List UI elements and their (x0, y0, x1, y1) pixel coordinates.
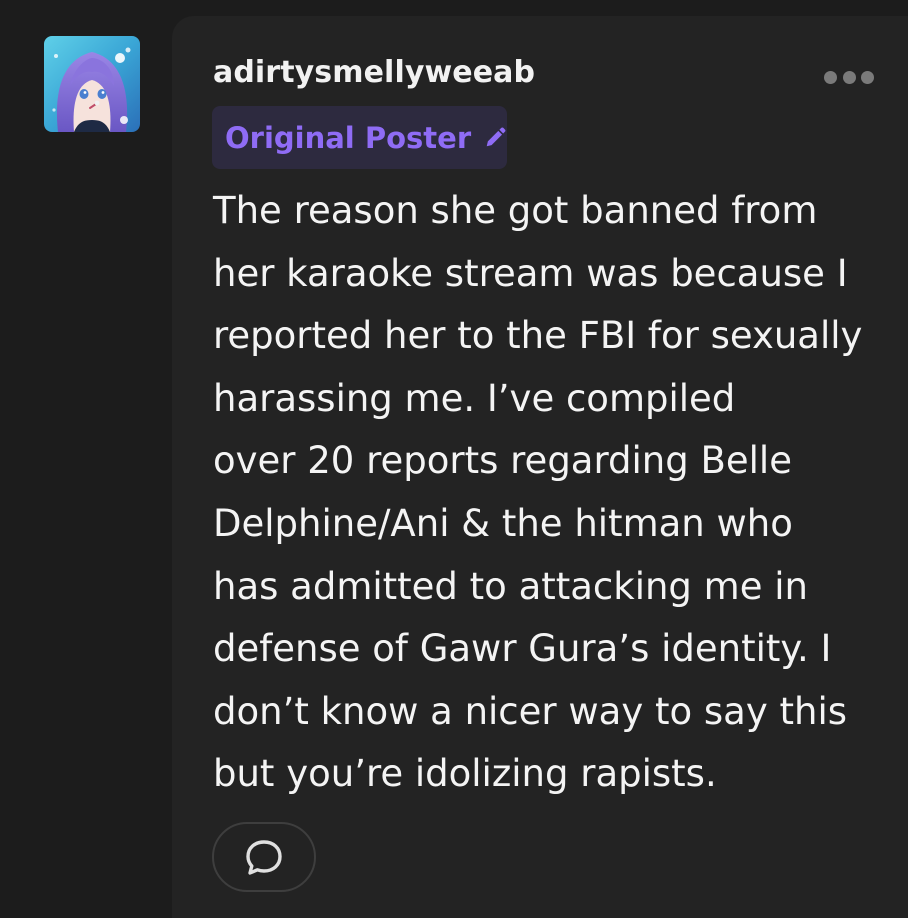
avatar-image (44, 36, 140, 132)
post-body-line: her karaoke stream was because I (213, 251, 848, 295)
post-body-line: but you’re idolizing rapists. (213, 752, 717, 796)
post-body-line: don’t know a nicer way to say this (213, 689, 848, 733)
speech-bubble-icon (246, 840, 282, 875)
reply-button[interactable] (212, 822, 316, 892)
username[interactable]: adirtysmellyweeab (213, 55, 535, 90)
post-body-line: The reason she got banned from (213, 189, 818, 232)
post-body-line: harassing me. I’ve compiled (213, 376, 736, 420)
more-options-icon[interactable] (824, 66, 874, 88)
more-dot (842, 70, 856, 84)
post-body-line: over 20 reports regarding Belle (213, 439, 792, 483)
avatar[interactable] (44, 36, 140, 132)
post-body-line: reported her to the FBI for sexually (213, 314, 863, 358)
post-body-line: Delphine/Ani & the hitman who (213, 501, 793, 545)
post-body-line: has admitted to attacking me in (213, 564, 808, 608)
page: adirtysmellyweeab Original Poster The re… (0, 0, 908, 918)
post-body: The reason she got banned from her karao… (213, 180, 893, 806)
original-poster-badge: Original Poster (212, 106, 507, 169)
pencil-icon (486, 126, 506, 146)
badge-label: Original Poster (225, 120, 472, 155)
post-body-line: defense of Gawr Gura’s identity. I (213, 627, 832, 671)
more-dot (861, 70, 874, 84)
more-dot (824, 70, 837, 84)
